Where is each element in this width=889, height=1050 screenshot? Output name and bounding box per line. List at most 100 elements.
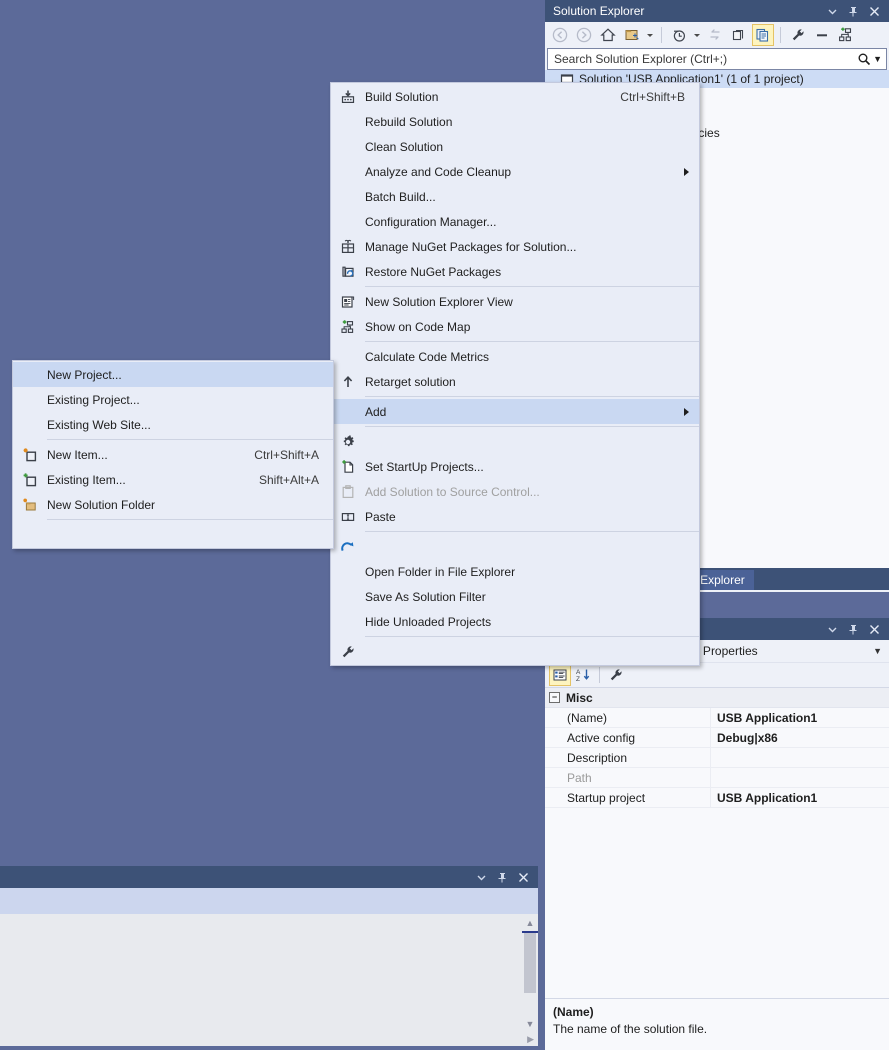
menu-item-add-solution-to-source-control[interactable]: Set StartUp Projects... (331, 454, 699, 479)
solution-explorer-title: Solution Explorer (553, 4, 645, 18)
new-item-icon (13, 442, 47, 467)
menu-item-show-on-code-map[interactable]: Show on Code Map (331, 314, 699, 339)
pin-icon[interactable] (847, 622, 859, 636)
property-row[interactable]: Active config Debug|x86 (545, 728, 889, 748)
menu-item-shortcut: Ctrl+Shift+A (254, 447, 319, 462)
folder-views-icon[interactable] (621, 24, 643, 46)
collapse-icon[interactable]: − (549, 692, 560, 703)
wrench-icon[interactable] (787, 24, 809, 46)
menu-item-load-project-dependencies[interactable]: Hide Unloaded Projects (331, 609, 699, 634)
wrench-icon[interactable] (605, 664, 627, 686)
property-value[interactable]: USB Application1 (710, 708, 889, 727)
submenu-arrow-icon (684, 167, 689, 176)
menu-item-add[interactable]: Add (329, 399, 699, 424)
close-icon[interactable] (517, 870, 529, 884)
properties-grid[interactable]: − Misc (Name) USB Application1 Active co… (545, 688, 889, 808)
gear-icon (331, 429, 365, 454)
menu-item-label: Configuration Manager... (365, 214, 497, 229)
menu-separator (365, 396, 699, 397)
collapse-dash-icon[interactable] (811, 24, 833, 46)
menu-item-build-solution[interactable]: Build Solution Ctrl+Shift+B (331, 84, 699, 109)
chevron-down-icon[interactable]: ▼ (873, 646, 885, 656)
dropdown-icon[interactable] (826, 622, 838, 636)
sync-arrows-icon[interactable] (704, 24, 726, 46)
properties-category-misc[interactable]: − Misc (545, 688, 889, 708)
search-icon[interactable]: ▼ (857, 52, 882, 66)
home-icon[interactable] (597, 24, 619, 46)
menu-item-existing-project[interactable]: Existing Project... (13, 387, 333, 412)
menu-item-configuration-manager[interactable]: Configuration Manager... (331, 209, 699, 234)
solution-explorer-title-bar: Solution Explorer (545, 0, 889, 22)
close-icon[interactable] (868, 622, 880, 636)
property-value[interactable] (710, 768, 889, 787)
menu-separator (47, 519, 333, 520)
menu-item-restore-nuget-packages[interactable]: Restore NuGet Packages (331, 259, 699, 284)
no-icon (331, 584, 365, 609)
toolbar-separator (599, 667, 600, 683)
dropdown-icon[interactable] (826, 4, 838, 18)
menu-item-existing-item[interactable]: Existing Item... Shift+Alt+A (13, 467, 333, 492)
output-vertical-scrollbar[interactable]: ▲ ▼ (522, 914, 538, 1032)
solution-context-menu[interactable]: Build Solution Ctrl+Shift+B Rebuild Solu… (329, 82, 700, 666)
svg-text:A: A (576, 669, 581, 676)
property-row[interactable]: (Name) USB Application1 (545, 708, 889, 728)
menu-item-manage-nuget-packages[interactable]: Manage NuGet Packages for Solution... (331, 234, 699, 259)
menu-item-set-startup-projects[interactable] (331, 429, 699, 454)
output-horizontal-scrollbar[interactable]: ▶ (0, 1032, 538, 1046)
menu-separator (365, 286, 699, 287)
wrench-icon (331, 639, 365, 664)
preview-pages-icon[interactable] (752, 24, 774, 46)
clock-filter-caret[interactable] (692, 24, 702, 46)
menu-item-hide-unloaded-projects[interactable]: Save As Solution Filter (331, 584, 699, 609)
property-row[interactable]: Description (545, 748, 889, 768)
add-submenu[interactable]: New Project... Existing Project... Exist… (12, 360, 334, 549)
property-key: (Name) (567, 710, 608, 725)
menu-item-rename[interactable]: Paste (331, 504, 699, 529)
forward-button[interactable] (573, 24, 595, 46)
menu-item-analyze-and-code-cleanup[interactable]: Analyze and Code Cleanup (331, 159, 699, 184)
menu-item-new-item[interactable]: New Item... Ctrl+Shift+A (13, 442, 333, 467)
existing-item-icon (13, 467, 47, 492)
menu-item-save-as-solution-filter[interactable]: Open Folder in File Explorer (331, 559, 699, 584)
scrollbar-thumb[interactable] (524, 933, 536, 993)
close-icon[interactable] (868, 4, 880, 18)
clock-filter-icon[interactable] (668, 24, 690, 46)
menu-item-properties[interactable] (331, 639, 699, 664)
menu-item-installation-configuration-file[interactable] (13, 522, 333, 547)
scroll-right-arrow[interactable]: ▶ (527, 1034, 534, 1045)
menu-item-new-project[interactable]: New Project... (13, 362, 333, 387)
menu-item-calculate-code-metrics[interactable]: Calculate Code Metrics (331, 344, 699, 369)
scroll-down-arrow[interactable]: ▼ (522, 1015, 538, 1032)
menu-item-retarget-solution[interactable]: Retarget solution (331, 369, 699, 394)
property-row[interactable]: Path (545, 768, 889, 788)
menu-item-shortcut: Ctrl+Shift+B (620, 89, 685, 104)
scroll-up-arrow[interactable]: ▲ (522, 914, 538, 931)
pin-icon[interactable] (496, 870, 508, 884)
search-input[interactable]: Search Solution Explorer (Ctrl+;) ▼ (547, 48, 887, 70)
pin-icon[interactable] (847, 4, 859, 18)
menu-item-rebuild-solution[interactable]: Rebuild Solution (331, 109, 699, 134)
no-icon (331, 134, 365, 159)
menu-item-new-solution-explorer-view[interactable]: New Solution Explorer View (331, 289, 699, 314)
show-all-files-icon[interactable] (728, 24, 750, 46)
property-row[interactable]: Startup project USB Application1 (545, 788, 889, 808)
property-value[interactable]: Debug|x86 (710, 728, 889, 747)
folder-views-caret[interactable] (645, 24, 655, 46)
search-placeholder: Search Solution Explorer (Ctrl+;) (554, 52, 728, 66)
code-map-icon (331, 314, 365, 339)
code-map-icon[interactable] (835, 24, 857, 46)
menu-item-existing-web-site[interactable]: Existing Web Site... (13, 412, 333, 437)
dropdown-icon[interactable] (475, 870, 487, 884)
categorized-icon[interactable] (549, 664, 571, 686)
back-button[interactable] (549, 24, 571, 46)
menu-item-label: New Project... (47, 367, 122, 382)
alphabetical-sort-icon[interactable]: A Z (572, 664, 594, 686)
menu-item-batch-build[interactable]: Batch Build... (331, 184, 699, 209)
menu-item-new-solution-folder[interactable]: New Solution Folder (13, 492, 333, 517)
property-value[interactable] (710, 748, 889, 767)
menu-item-paste[interactable]: Add Solution to Source Control... (331, 479, 699, 504)
menu-item-label: Build Solution (365, 89, 439, 104)
menu-item-open-folder-in-file-explorer[interactable] (331, 534, 699, 559)
menu-item-clean-solution[interactable]: Clean Solution (331, 134, 699, 159)
property-value[interactable]: USB Application1 (710, 788, 889, 807)
